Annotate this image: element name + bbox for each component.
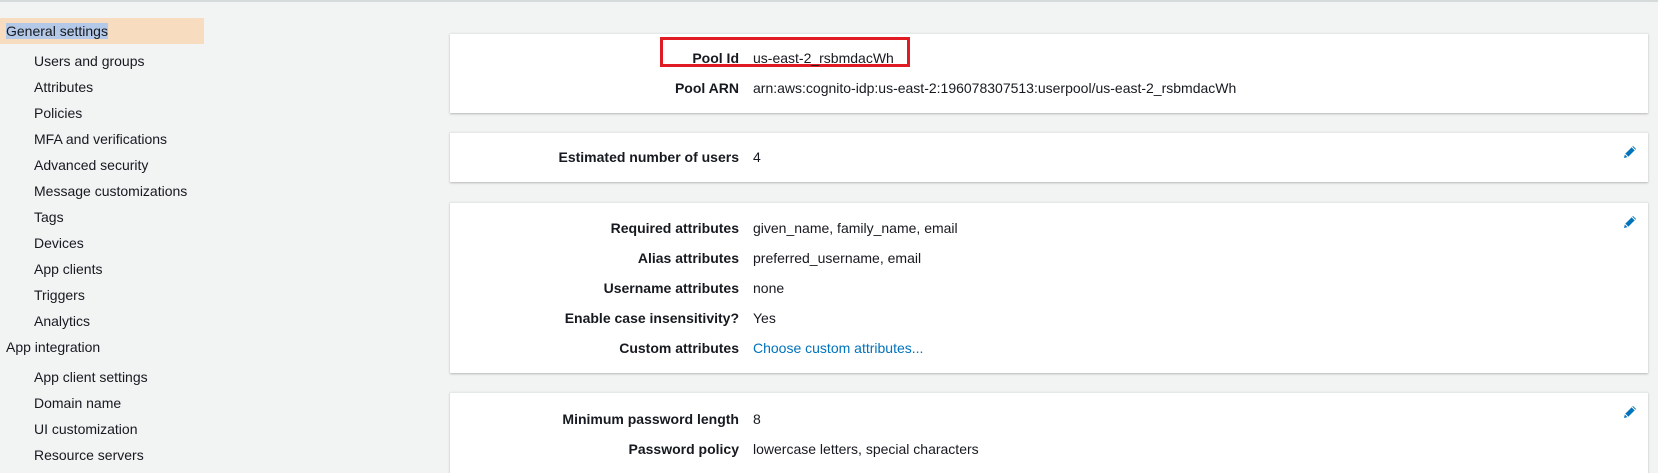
sidebar-item-app-clients[interactable]: App clients [0,256,210,282]
sidebar-item-tags[interactable]: Tags [0,204,210,230]
sidebar-item-app-client-settings[interactable]: App client settings [0,364,210,390]
pencil-icon[interactable] [1622,404,1638,420]
estimated-users-label: Estimated number of users [558,149,740,165]
alias-attributes-label: Alias attributes [637,250,739,266]
sidebar-section-label: App integration [6,339,101,355]
sidebar-item-policies[interactable]: Policies [0,100,210,126]
required-attributes-value: given_name, family_name, email [753,220,958,236]
sidebar-item-analytics[interactable]: Analytics [0,308,210,334]
pencil-icon[interactable] [1622,144,1638,160]
estimated-users-panel: Estimated number of users 4 [450,132,1648,182]
custom-attributes-label: Custom attributes [619,340,739,356]
case-insensitivity-value: Yes [753,310,776,326]
sidebar-item-message-customizations[interactable]: Message customizations [0,178,210,204]
pool-arn-value: arn:aws:cognito-idp:us-east-2:1960783075… [753,80,1237,96]
username-attributes-label: Username attributes [603,280,739,296]
case-insensitivity-label: Enable case insensitivity? [564,310,739,326]
sidebar-item-devices[interactable]: Devices [0,230,210,256]
sidebar-nav: General settings Users and groups Attrib… [0,18,210,468]
password-policy-label: Password policy [628,441,739,457]
sidebar-section-app-integration[interactable]: App integration [0,334,210,360]
pool-arn-label: Pool ARN [674,80,739,96]
sidebar-item-triggers[interactable]: Triggers [0,282,210,308]
sidebar-item-attributes[interactable]: Attributes [0,74,210,100]
sidebar-section-label: General settings [6,23,108,39]
choose-custom-attributes-link[interactable]: Choose custom attributes... [753,338,923,358]
pool-id-label: Pool Id [692,50,739,66]
sidebar-item-users-and-groups[interactable]: Users and groups [0,48,210,74]
pool-info-panel: Pool Id us-east-2_rsbmdacWh Pool ARN arn… [450,33,1648,113]
sidebar-item-ui-customization[interactable]: UI customization [0,416,210,442]
pencil-icon[interactable] [1622,214,1638,230]
top-divider [0,0,1658,2]
attributes-panel: Required attributes given_name, family_n… [450,202,1648,373]
min-password-length-label: Minimum password length [562,411,739,427]
alias-attributes-value: preferred_username, email [753,250,922,266]
username-attributes-value: none [753,280,785,296]
sidebar-item-advanced-security[interactable]: Advanced security [0,152,210,178]
sidebar-item-mfa-and-verifications[interactable]: MFA and verifications [0,126,210,152]
pool-id-value: us-east-2_rsbmdacWh [753,50,894,66]
estimated-users-value: 4 [753,149,761,165]
sidebar-section-general-settings[interactable]: General settings [0,18,204,44]
password-policy-value: lowercase letters, special characters [753,441,979,457]
min-password-length-value: 8 [753,411,761,427]
sidebar-item-resource-servers[interactable]: Resource servers [0,442,210,468]
required-attributes-label: Required attributes [610,220,739,236]
sidebar-item-domain-name[interactable]: Domain name [0,390,210,416]
